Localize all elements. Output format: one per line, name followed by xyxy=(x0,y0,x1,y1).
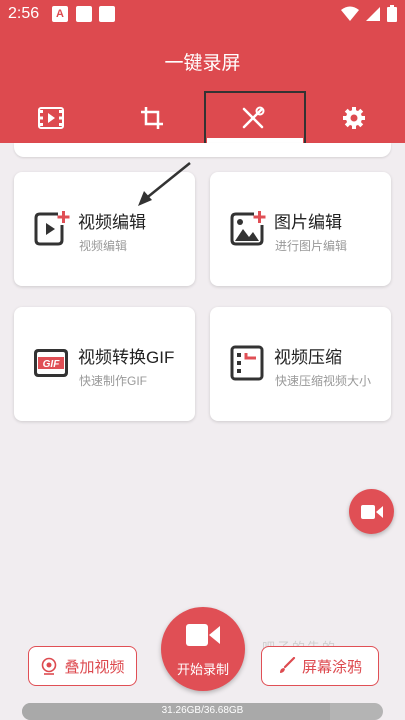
video-edit-icon xyxy=(34,211,70,246)
card-video-edit[interactable]: 视频编辑 视频编辑 xyxy=(14,172,195,286)
video-compress-icon xyxy=(230,345,264,381)
card-title: 图片编辑 xyxy=(274,213,342,232)
card-title: 视频转换GIF xyxy=(78,348,175,367)
notification-icon xyxy=(76,6,92,22)
start-recording-button[interactable]: 开始录制 xyxy=(161,607,245,691)
svg-text:GIF: GIF xyxy=(43,359,61,370)
card-video-to-gif[interactable]: GIF 视频转换GIF 快速制作GIF xyxy=(14,307,195,421)
storage-usage-text: 31.26GB/36.68GB xyxy=(161,705,244,716)
card-subtitle: 快速压缩视频大小 xyxy=(275,374,372,388)
tab-settings[interactable] xyxy=(303,100,404,136)
app-bar: 一键录屏 xyxy=(0,28,405,143)
video-camera-icon xyxy=(186,624,220,646)
card-title: 视频压缩 xyxy=(274,348,342,367)
card-image-edit[interactable]: 图片编辑 进行图片编辑 xyxy=(210,172,391,286)
notification-a-icon: A xyxy=(52,6,68,22)
video-camera-icon xyxy=(360,504,383,519)
card-subtitle: 快速制作GIF xyxy=(79,374,147,388)
overlay-video-button[interactable]: 叠加视频 xyxy=(28,646,137,686)
brush-icon xyxy=(279,657,296,673)
app-title: 一键录屏 xyxy=(164,53,241,74)
tools-icon xyxy=(242,106,264,129)
card-subtitle: 进行图片编辑 xyxy=(275,239,348,253)
tab-tools[interactable] xyxy=(202,100,303,136)
start-recording-label: 开始录制 xyxy=(176,662,229,677)
gif-icon: GIF xyxy=(34,349,68,377)
gear-icon xyxy=(342,107,365,129)
webcam-icon xyxy=(42,657,57,675)
notification-icon xyxy=(99,6,115,22)
wifi-icon xyxy=(341,6,359,21)
status-icons xyxy=(341,5,397,22)
card-video-compress[interactable]: 视频压缩 快速压缩视频大小 xyxy=(210,307,391,421)
battery-icon xyxy=(387,5,397,22)
card-subtitle: 视频编辑 xyxy=(79,239,128,253)
tab-screenshot[interactable] xyxy=(101,100,202,136)
card-title: 视频编辑 xyxy=(78,213,146,232)
storage-usage-bar: 31.26GB/36.68GB xyxy=(22,703,383,720)
tab-video-list[interactable] xyxy=(0,100,101,136)
image-edit-icon xyxy=(230,211,266,246)
status-time: 2:56 xyxy=(8,5,40,22)
film-icon xyxy=(37,107,64,129)
screen-doodle-label: 屏幕涂鸦 xyxy=(301,658,362,676)
screen-doodle-button[interactable]: 屏幕涂鸦 xyxy=(261,646,379,686)
panel-top-edge xyxy=(14,143,391,157)
overlay-video-label: 叠加视频 xyxy=(64,658,125,676)
signal-icon xyxy=(366,6,380,21)
crop-icon xyxy=(140,107,163,129)
status-bar: 2:56 A xyxy=(0,0,405,28)
floating-record-button[interactable] xyxy=(349,489,394,534)
